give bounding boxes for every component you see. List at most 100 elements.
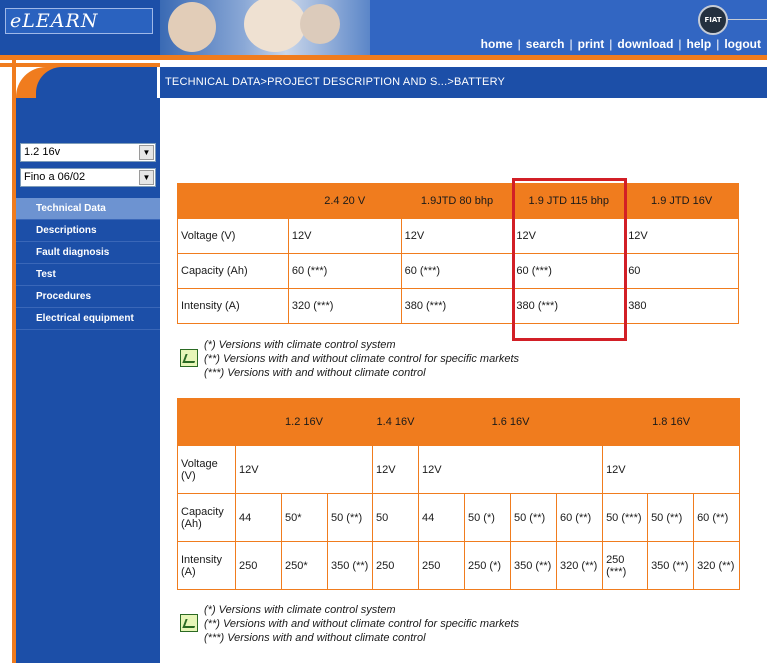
table-cell: 350 (**) [326, 541, 374, 590]
nav-home-link[interactable]: home [481, 37, 513, 51]
row-label: Capacity (Ah) [177, 493, 236, 542]
table-header-row: 2.4 20 V 1.9JTD 80 bhp 1.9 JTD 115 bhp 1… [177, 183, 739, 219]
nav-help-link[interactable]: help [687, 37, 712, 51]
nav-print-link[interactable]: print [578, 37, 605, 51]
table-row: Intensity (A) 320 (***) 380 (***) 380 (*… [177, 288, 739, 324]
footnote: (***) Versions with and without climate … [204, 632, 426, 644]
header-photo [160, 0, 370, 55]
table-cell: 250 [418, 541, 466, 590]
row-label: Capacity (Ah) [177, 253, 289, 289]
nav-separator: | [569, 37, 573, 51]
nav-search-link[interactable]: search [526, 37, 565, 51]
table-cell: 350 (**) [510, 541, 558, 590]
dropdown-arrow-icon[interactable]: ▼ [139, 145, 154, 160]
table-cell: 12V [287, 218, 402, 254]
table-cell: 60 (***) [287, 253, 402, 289]
table-cell: 250 (*) [464, 541, 512, 590]
dropdown-arrow-icon[interactable]: ▼ [139, 170, 154, 185]
battery-table-diesel: 2.4 20 V 1.9JTD 80 bhp 1.9 JTD 115 bhp 1… [177, 183, 739, 324]
sidebar-item-electrical-equipment[interactable]: Electrical equipment [16, 308, 160, 330]
nav-download-link[interactable]: download [617, 37, 673, 51]
main-content: 2.4 20 V 1.9JTD 80 bhp 1.9 JTD 115 bhp 1… [160, 98, 767, 663]
nav-logout-link[interactable]: logout [724, 37, 761, 51]
table-cell: 50 (**) [647, 493, 695, 542]
table-row: Capacity (Ah) 60 (***) 60 (***) 60 (***)… [177, 253, 739, 289]
table-header-cell: 1.6 16V [418, 398, 604, 446]
table-row: Intensity (A) 250 250* 350 (**) 250 250 … [177, 541, 741, 590]
top-navigation: home | search | print | download | help | logout [481, 37, 761, 51]
table-cell: 44 [235, 493, 282, 542]
elearn-logo: eLEARN [5, 8, 153, 34]
period-select[interactable]: Fino a 06/02 ▼ [20, 168, 156, 187]
note-check-icon [180, 349, 198, 367]
sidebar-item-test[interactable]: Test [16, 264, 160, 286]
face-1 [168, 2, 216, 52]
header-left-panel: eLEARN [0, 0, 160, 55]
sidebar-item-fault-diagnosis[interactable]: Fault diagnosis [16, 242, 160, 264]
table-cell: 50 (**) [510, 493, 558, 542]
model-select-value: 1.2 16v [24, 146, 61, 158]
nav-separator: | [609, 37, 613, 51]
period-select-value: Fino a 06/02 [24, 171, 86, 183]
table-cell: 12V [400, 218, 514, 254]
model-select[interactable]: 1.2 16v ▼ [20, 143, 156, 162]
battery-table-petrol: 1.2 16V 1.4 16V 1.6 16V 1.8 16V Voltage … [177, 398, 741, 590]
sidebar: 1.2 16v ▼ Fino a 06/02 ▼ Technical Data … [16, 98, 160, 663]
table-row: Voltage (V) 12V 12V 12V 12V [177, 445, 741, 494]
table-cell: 44 [418, 493, 466, 542]
badge-line [728, 19, 767, 20]
sidebar-item-procedures[interactable]: Procedures [16, 286, 160, 308]
table-header-cell: 2.4 20 V [287, 183, 402, 219]
row-label: Intensity (A) [177, 288, 289, 324]
footnote: (**) Versions with and without climate c… [204, 618, 520, 630]
sidebar-item-technical-data[interactable]: Technical Data [16, 198, 160, 220]
table-cell: 12V [624, 218, 739, 254]
table-cell: 50 (**) [326, 493, 374, 542]
row-label: Intensity (A) [177, 541, 236, 590]
table-cell: 250 [372, 541, 420, 590]
footnotes: (*) Versions with climate control system… [204, 338, 519, 380]
table-cell: 380 (***) [400, 288, 514, 324]
table-cell: 60 (***) [400, 253, 514, 289]
sidebar-item-descriptions[interactable]: Descriptions [16, 220, 160, 242]
table-row: Voltage (V) 12V 12V 12V 12V [177, 218, 739, 254]
fiat-logo-icon: FIAT [698, 5, 728, 35]
table-cell: 12V [234, 445, 374, 494]
breadcrumb[interactable]: TECHNICAL DATA>PROJECT DESCRIPTION AND S… [165, 76, 505, 88]
table-header-cell: 1.8 16V [602, 398, 741, 446]
table-header-cell: 1.9JTD 80 bhp [400, 183, 514, 219]
table-cell: 250* [281, 541, 328, 590]
highlight-box [512, 178, 627, 341]
nav-separator: | [517, 37, 521, 51]
table-header-cell: 1.9 JTD 16V [624, 183, 739, 219]
footnote: (**) Versions with and without climate c… [204, 353, 520, 365]
table-cell: 50 (*) [464, 493, 512, 542]
table-header-cell [177, 398, 236, 446]
nav-separator: | [678, 37, 682, 51]
table-cell: 320 (***) [287, 288, 402, 324]
nav-separator: | [716, 37, 720, 51]
table-cell: 60 (**) [556, 493, 604, 542]
footnote: (*) Versions with climate control system [204, 339, 396, 351]
table-cell: 12V [372, 445, 420, 494]
table-cell: 50 [372, 493, 420, 542]
table-cell: 320 (**) [556, 541, 604, 590]
breadcrumb-bar: TECHNICAL DATA>PROJECT DESCRIPTION AND S… [157, 67, 767, 98]
table-row: Capacity (Ah) 44 50* 50 (**) 50 44 50 (*… [177, 493, 741, 542]
footnotes: (*) Versions with climate control system… [204, 603, 519, 645]
table-cell: 50 (***) [602, 493, 649, 542]
face-2 [244, 0, 306, 52]
corner-decoration-inner [16, 67, 160, 98]
table-cell: 250 (***) [602, 541, 649, 590]
table-cell: 60 (**) [693, 493, 741, 542]
table-cell: 250 [235, 541, 282, 590]
table-cell: 60 [624, 253, 739, 289]
table-cell: 320 (**) [693, 541, 741, 590]
table-header-cell: 1.4 16V [372, 398, 420, 446]
row-label: Voltage (V) [177, 218, 289, 254]
table-cell: 12V [602, 445, 741, 494]
note-check-icon [180, 614, 198, 632]
table-header-cell [177, 183, 289, 219]
table-cell: 380 [624, 288, 739, 324]
table-cell: 12V [418, 445, 604, 494]
